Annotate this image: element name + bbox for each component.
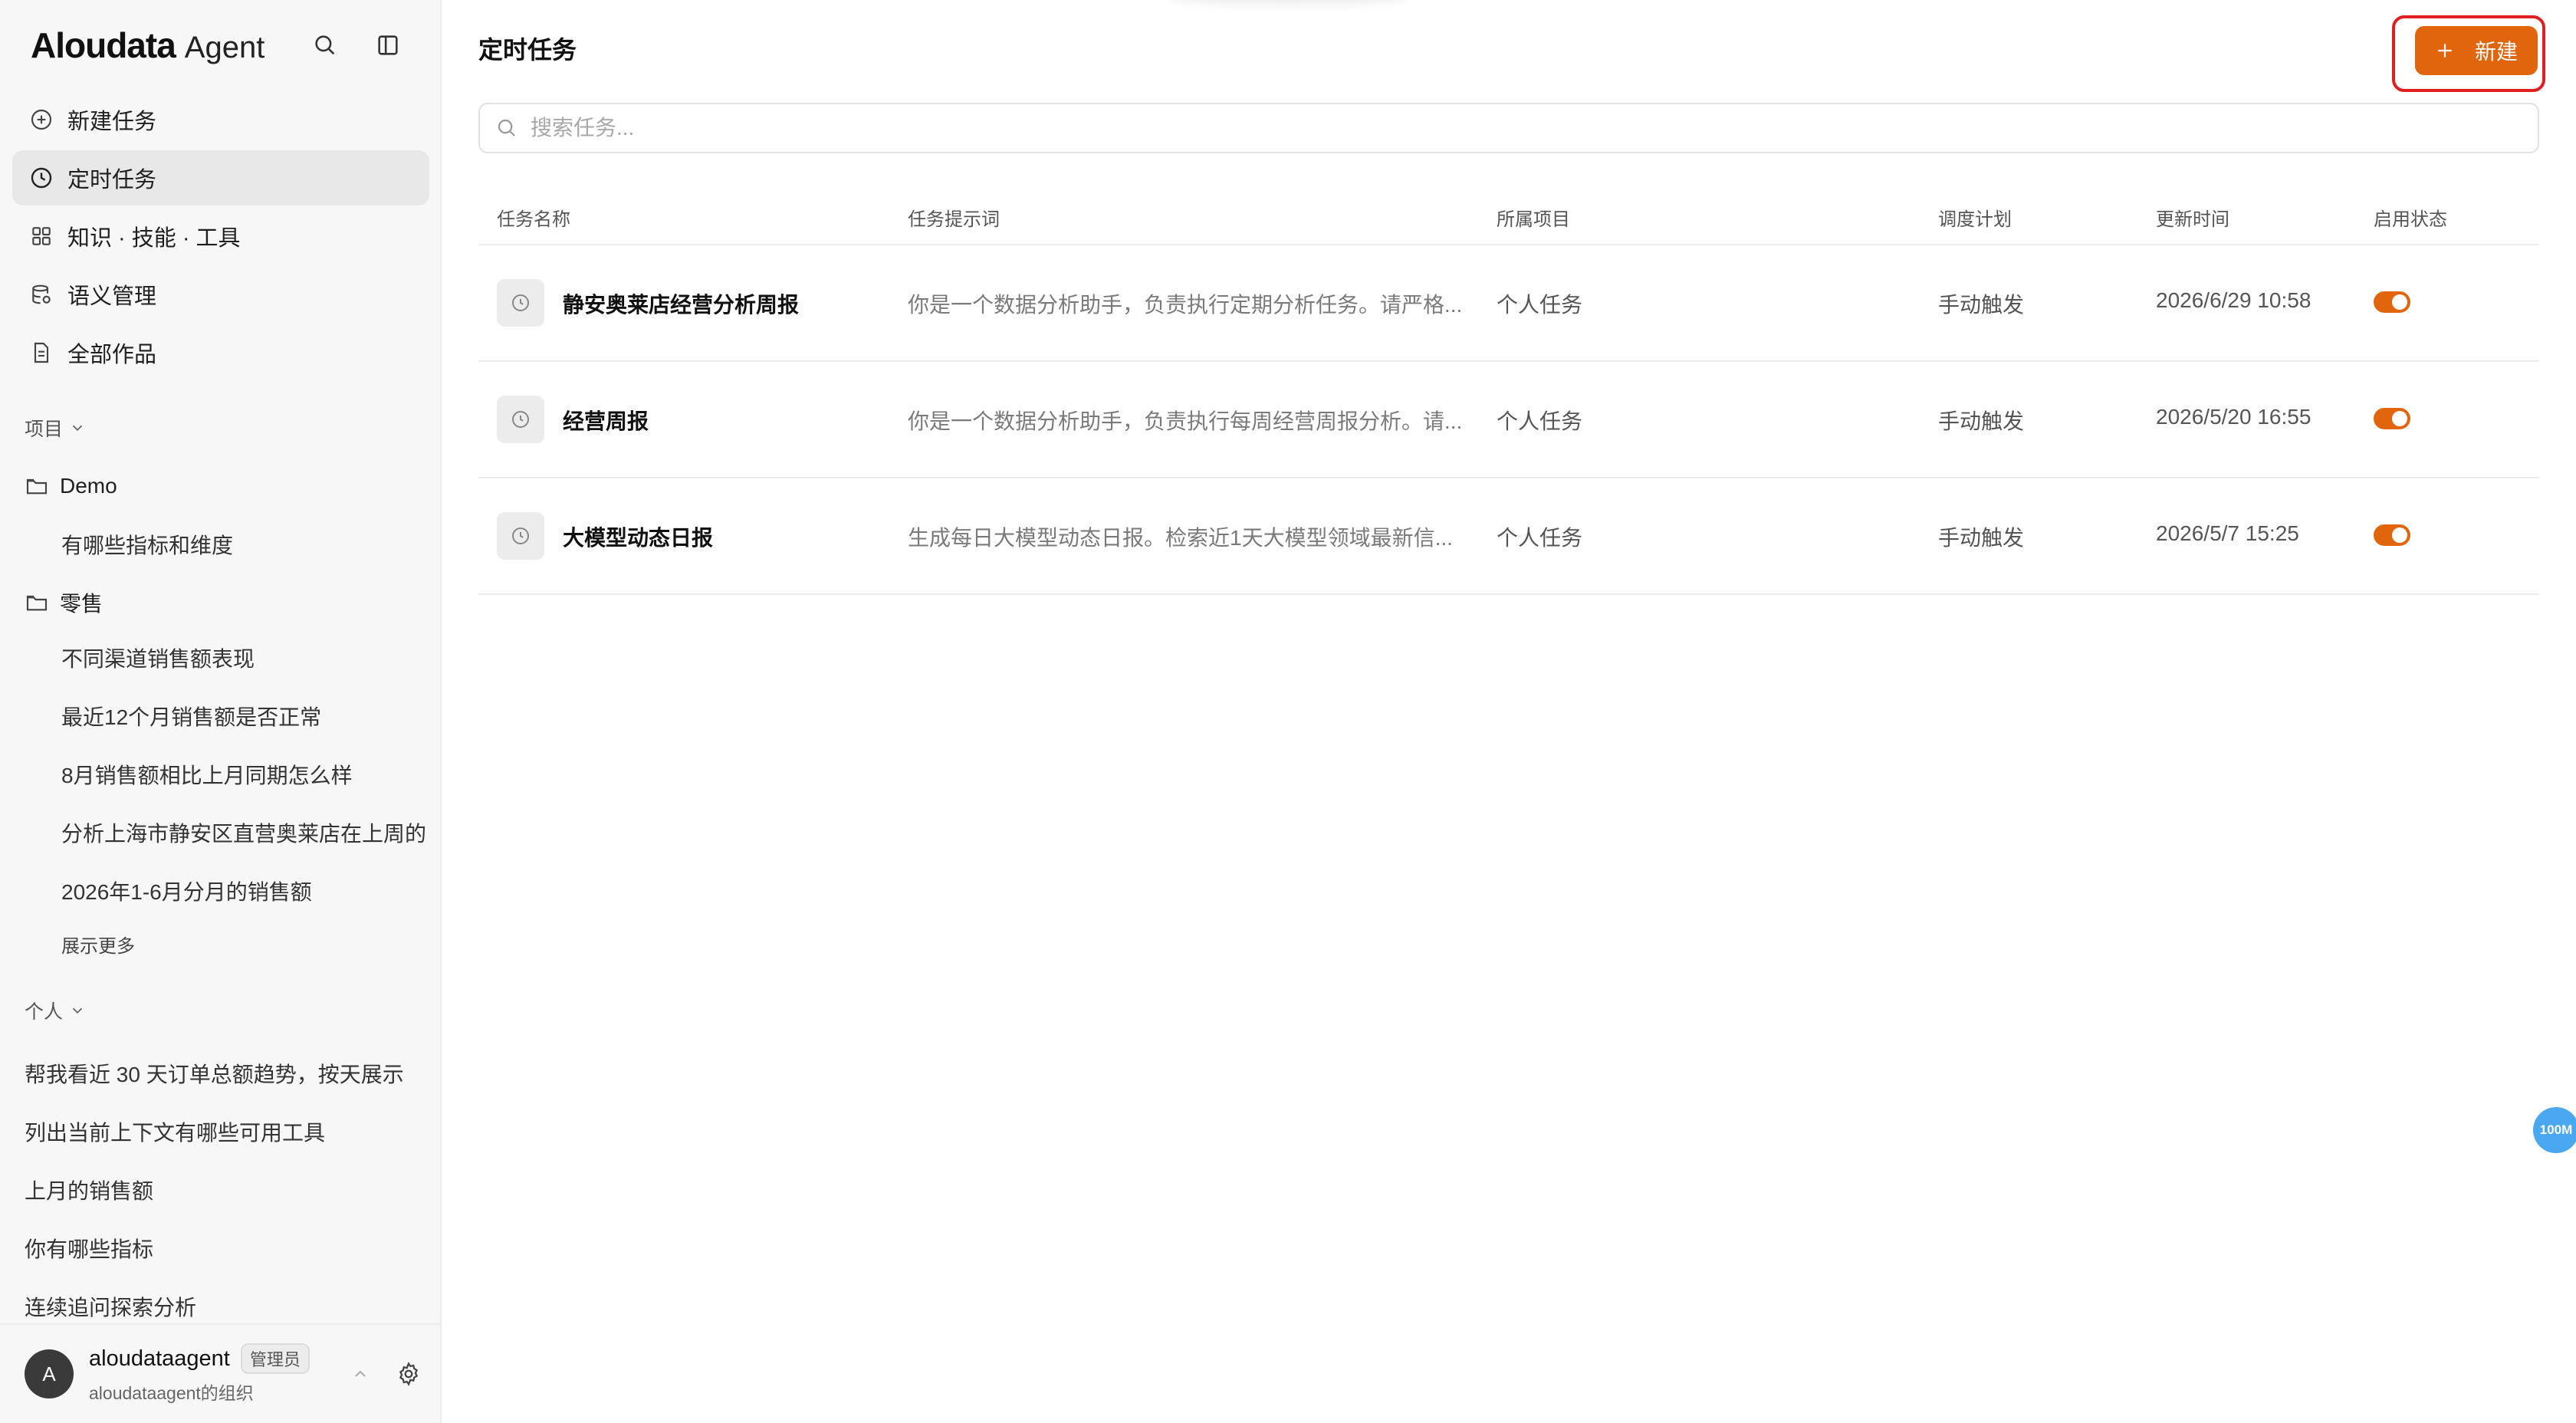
table-row[interactable]: 经营周报 你是一个数据分析助手，负责执行每周经营周报分析。请... 个人任务 手… [478,362,2539,478]
avatar[interactable]: A [25,1349,74,1398]
search-input[interactable] [531,116,2538,140]
column-header: 所属项目 [1497,209,1570,230]
folder-icon [26,478,48,495]
personal-section-header[interactable]: 个人 [25,997,86,1024]
clock-icon [497,396,544,443]
project-item[interactable]: 8月销售额相比上月同期怎么样 [61,759,426,790]
sidebar-header: Aloudata Agent [31,25,403,66]
chevron-down-icon [72,1007,83,1014]
task-name[interactable]: 经营周报 [563,405,649,435]
clock-icon [497,512,544,560]
nav-knowledge-skills-tools[interactable]: 知识 · 技能 · 工具 [12,209,429,264]
personal-item[interactable]: 帮我看近 30 天订单总额趋势，按天展示 [25,1058,416,1089]
logo-sub: Agent [184,31,265,64]
nav-semantic-management[interactable]: 语义管理 [12,267,429,322]
user-name: aloudataagent [89,1346,230,1371]
task-updated: 2026/6/29 10:58 [2156,288,2312,312]
user-info: aloudataagent 管理员 aloudataagent的组织 [89,1343,310,1405]
new-button-label: 新建 [2474,40,2518,64]
new-task-button[interactable]: 新建 [2415,26,2538,75]
new-button-highlight: 新建 [2392,15,2545,92]
task-schedule: 手动触发 [1938,293,2025,317]
search-icon [498,119,515,136]
task-prompt: 你是一个数据分析助手，负责执行每周经营周报分析。请... [908,409,1463,433]
clock-icon [28,164,55,192]
personal-item[interactable]: 连续追问探索分析 [25,1291,416,1322]
task-project: 个人任务 [1497,409,1583,433]
task-name[interactable]: 静安奥莱店经营分析周报 [563,288,799,319]
folder-icon [26,595,48,611]
table-row[interactable]: 静安奥莱店经营分析周报 你是一个数据分析助手，负责执行定期分析任务。请严格...… [478,245,2539,362]
clock-icon [497,279,544,327]
plus-icon [28,106,55,133]
tasks-table: 任务名称 任务提示词 所属项目 调度计划 更新时间 启用状态 静安奥莱店经营分析… [478,187,2539,595]
column-header: 更新时间 [2156,209,2229,230]
nav-label: 语义管理 [67,284,157,309]
database-icon [28,281,55,308]
nav-new-task[interactable]: 新建任务 [12,92,429,147]
project-item[interactable]: 分析上海市静安区直营奥莱店在上周的 [61,817,426,848]
folder-label: Demo [60,474,117,498]
project-item[interactable]: 有哪些指标和维度 [61,529,426,560]
task-schedule: 手动触发 [1938,409,2025,433]
plus-icon [2438,44,2452,58]
grid-icon [28,222,55,250]
task-schedule: 手动触发 [1938,526,2025,550]
task-project: 个人任务 [1497,293,1583,317]
page-title: 定时任务 [478,36,577,64]
enable-toggle[interactable] [2374,408,2410,429]
chevron-up-icon[interactable] [351,1365,370,1383]
role-badge: 管理员 [240,1343,310,1374]
folder-demo[interactable]: Demo [25,474,117,498]
chevron-down-icon [72,425,83,432]
personal-item[interactable]: 你有哪些指标 [25,1233,416,1264]
enable-toggle[interactable] [2374,524,2410,546]
sidebar-toggle-icon[interactable] [373,30,403,61]
personal-item[interactable]: 上月的销售额 [25,1175,416,1205]
gear-icon[interactable] [396,1361,422,1387]
personal-item[interactable]: 列出当前上下文有哪些可用工具 [25,1116,416,1147]
projects-label: 项目 [25,419,64,440]
task-updated: 2026/5/20 16:55 [2156,405,2312,429]
folder-retail[interactable]: 零售 [25,587,103,618]
nav-label: 全部作品 [67,343,157,367]
nav-label: 知识 · 技能 · 工具 [67,226,241,251]
user-org: aloudataagent的组织 [89,1383,254,1403]
task-updated: 2026/5/7 15:25 [2156,521,2299,545]
table-header: 任务名称 任务提示词 所属项目 调度计划 更新时间 启用状态 [478,187,2539,245]
show-more-link[interactable]: 展示更多 [61,931,135,958]
enable-toggle[interactable] [2374,291,2410,313]
document-icon [28,339,55,366]
column-header: 调度计划 [1938,209,2012,230]
column-header: 任务提示词 [908,209,1000,230]
project-item[interactable]: 2026年1-6月分月的销售额 [61,876,426,906]
nav-scheduled-tasks[interactable]: 定时任务 [12,150,429,205]
nav-label: 定时任务 [67,168,157,192]
logo[interactable]: Aloudata Agent [31,25,264,66]
project-item[interactable]: 最近12个月销售额是否正常 [61,701,426,731]
column-header: 任务名称 [497,209,570,230]
logo-main: Aloudata [31,25,176,65]
top-shadow [1170,0,1408,5]
nav-all-works[interactable]: 全部作品 [12,325,429,380]
memory-badge[interactable]: 100M [2533,1107,2576,1153]
search-box [478,103,2539,153]
sidebar-nav: 新建任务 定时任务 知识 · 技能 · 工具 语义管理 全部作品 [12,92,429,383]
projects-section-header[interactable]: 项目 [25,414,86,442]
project-item[interactable]: 不同渠道销售额表现 [61,642,426,673]
folder-label: 零售 [60,592,104,616]
app-root: Aloudata Agent 新建任务 定时任务 知识 · 技能 · 工具 语义… [0,0,2576,1423]
column-header: 启用状态 [2374,209,2447,230]
task-project: 个人任务 [1497,526,1583,550]
sidebar: Aloudata Agent 新建任务 定时任务 知识 · 技能 · 工具 语义… [0,0,442,1423]
task-name[interactable]: 大模型动态日报 [563,521,713,552]
task-prompt: 你是一个数据分析助手，负责执行定期分析任务。请严格... [908,293,1463,317]
search-icon[interactable] [310,30,340,61]
main-content: 定时任务 新建 任务名称 任务提示词 所属项目 调度计划 更新时间 启用状态 [442,0,2576,1423]
nav-label: 新建任务 [67,110,157,134]
table-row[interactable]: 大模型动态日报 生成每日大模型动态日报。检索近1天大模型领域最新信... 个人任… [478,478,2539,595]
personal-label: 个人 [25,1001,64,1023]
task-prompt: 生成每日大模型动态日报。检索近1天大模型领域最新信... [908,526,1453,550]
user-footer: A aloudataagent 管理员 aloudataagent的组织 [0,1323,440,1423]
